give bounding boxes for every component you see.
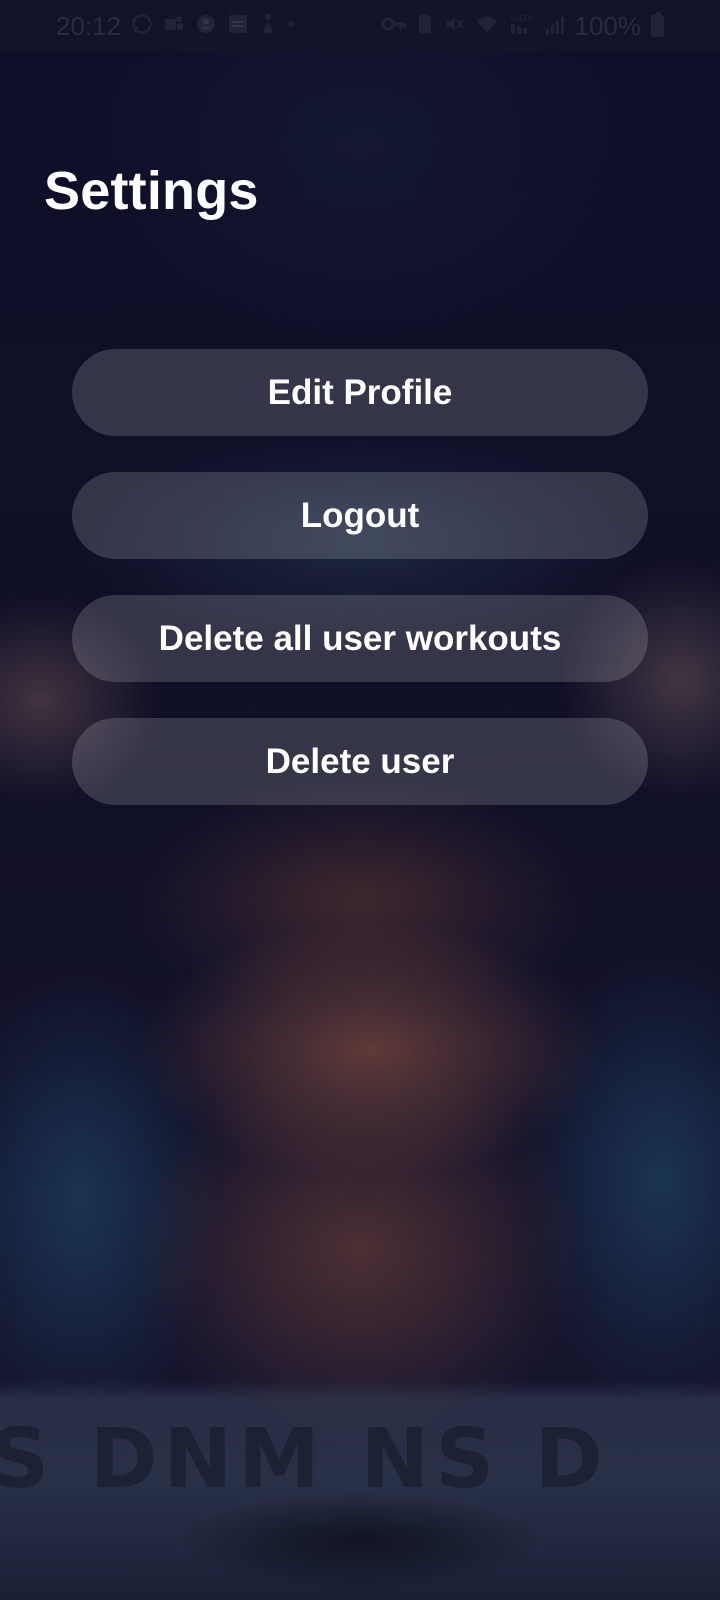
mute-vibrate-icon bbox=[443, 13, 465, 39]
status-left: 20:12 bbox=[56, 11, 295, 42]
svg-text:VoLTE: VoLTE bbox=[510, 14, 533, 23]
background-waistband-text: S DNM NS D bbox=[0, 1412, 609, 1507]
settings-menu: Edit Profile Logout Delete all user work… bbox=[72, 349, 648, 805]
battery-percent: 100% bbox=[574, 10, 642, 41]
vpn-key-icon bbox=[381, 13, 407, 39]
status-bar: 20:12 VoLTE 100% bbox=[0, 0, 720, 52]
signal-icon bbox=[545, 13, 565, 39]
teams-icon bbox=[163, 13, 185, 39]
wifi-icon bbox=[475, 13, 499, 39]
edit-profile-button[interactable]: Edit Profile bbox=[72, 349, 648, 436]
status-time: 20:12 bbox=[56, 10, 122, 41]
whatsapp-icon bbox=[131, 13, 153, 39]
battery-icon bbox=[651, 12, 664, 37]
logout-button[interactable]: Logout bbox=[72, 472, 648, 559]
sim-icon bbox=[417, 13, 433, 39]
status-right: VoLTE 100% bbox=[381, 10, 664, 42]
calendar-icon bbox=[227, 13, 249, 39]
volte-signal-icon: VoLTE bbox=[509, 12, 535, 40]
page-title: Settings bbox=[44, 161, 259, 221]
delete-all-user-workouts-button[interactable]: Delete all user workouts bbox=[72, 595, 648, 682]
account-icon bbox=[195, 13, 217, 39]
dot-icon bbox=[287, 13, 295, 39]
delete-user-button[interactable]: Delete user bbox=[72, 718, 648, 805]
fitness-icon bbox=[259, 13, 277, 39]
